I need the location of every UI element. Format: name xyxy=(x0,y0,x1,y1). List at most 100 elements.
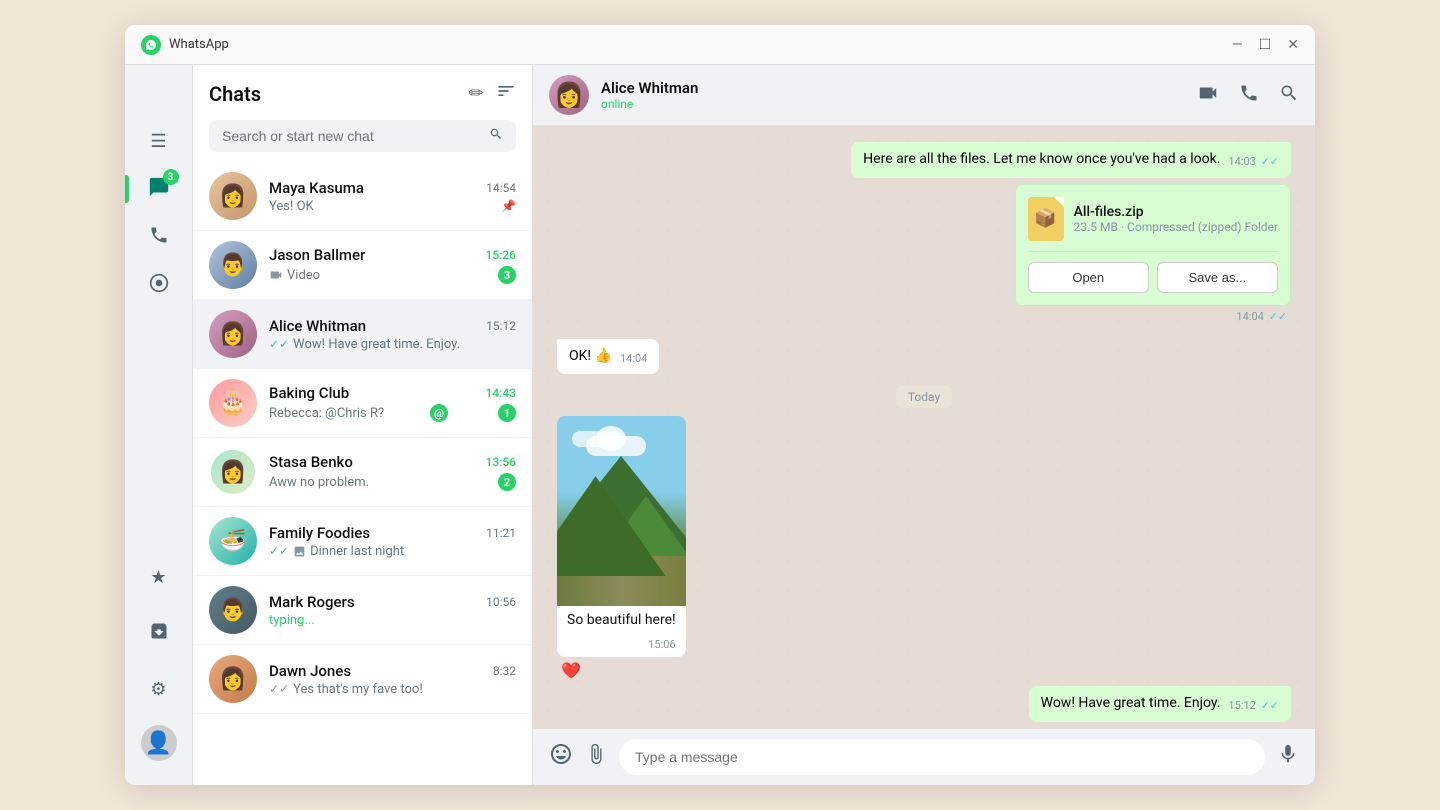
list-item[interactable]: 👩 Maya Kasuma 14:54 Yes! OK 📌 xyxy=(193,162,532,231)
sidebar-item-chats[interactable]: 3 xyxy=(139,169,179,209)
list-item[interactable]: 👩 Dawn Jones 8:32 ✓✓ Yes that's my fave … xyxy=(193,645,532,714)
menu-icon: ☰ xyxy=(150,131,166,152)
avatar: 👩 xyxy=(209,655,257,703)
pin-icon: 📌 xyxy=(501,199,516,213)
message-time: 15:12 ✓✓ xyxy=(1228,698,1279,713)
avatar: 👩 xyxy=(209,448,257,496)
chat-info: Stasa Benko 13:56 Aww no problem. 2 xyxy=(269,453,516,491)
list-item[interactable]: 🍜 Family Foodies 11:21 ✓✓ Dinner last ni… xyxy=(193,507,532,576)
chat-name: Mark Rogers xyxy=(269,593,355,611)
chat-window: 👩 Alice Whitman online xyxy=(533,65,1315,785)
chat-time: 15:12 xyxy=(486,319,516,333)
search-wrapper[interactable] xyxy=(209,120,516,152)
file-size: 23.5 MB · Compressed (zipped) Folder xyxy=(1074,220,1278,234)
sidebar-bottom: ★ ⚙ 👤 xyxy=(139,557,179,769)
file-icon: 📦 xyxy=(1028,197,1064,241)
chat-name: Alice Whitman xyxy=(269,317,366,335)
open-file-button[interactable]: Open xyxy=(1028,262,1149,293)
mention-badge: @ xyxy=(430,404,448,422)
archive-button[interactable] xyxy=(139,613,179,653)
image-bubble: So beautiful here! 15:06 xyxy=(557,416,686,657)
chat-name: Dawn Jones xyxy=(269,662,351,680)
sidebar-item-calls[interactable] xyxy=(139,217,179,257)
message-text: Wow! Have great time. Enjoy. xyxy=(1041,695,1221,711)
chat-name: Baking Club xyxy=(269,384,349,402)
app-title: WhatsApp xyxy=(169,37,1232,52)
new-chat-button[interactable]: ✏ xyxy=(469,83,484,104)
avatar: 🍜 xyxy=(209,517,257,565)
filter-button[interactable] xyxy=(496,81,516,106)
chat-info: Baking Club 14:43 Rebecca: @Chris R? @ 1 xyxy=(269,384,516,422)
settings-button[interactable]: ⚙ xyxy=(139,669,179,709)
app-window: WhatsApp — ☐ ✕ ☰ 3 ★ xyxy=(125,25,1315,785)
chat-items: 👩 Maya Kasuma 14:54 Yes! OK 📌 👨 xyxy=(193,162,532,785)
sidebar: ☰ 3 ★ xyxy=(125,65,193,785)
chat-preview: ✓✓ Yes that's my fave too! xyxy=(269,682,423,697)
chat-list-header: Chats ✏ xyxy=(193,65,532,114)
chat-name: Jason Ballmer xyxy=(269,246,365,264)
message-input[interactable] xyxy=(619,739,1265,775)
microphone-button[interactable] xyxy=(1277,743,1299,771)
emoji-button[interactable] xyxy=(549,742,573,772)
bubble: OK! 👍 14:04 xyxy=(557,339,659,375)
image-caption: So beautiful here! xyxy=(557,606,686,632)
tick-icon: ✓✓ xyxy=(1269,310,1287,323)
chat-name: Stasa Benko xyxy=(269,453,353,471)
file-info: 📦 All-files.zip 23.5 MB · Compressed (zi… xyxy=(1028,197,1278,241)
profile-avatar[interactable]: 👤 xyxy=(141,725,177,761)
voice-call-button[interactable] xyxy=(1239,83,1259,108)
search-icon xyxy=(489,127,503,145)
starred-button[interactable]: ★ xyxy=(139,557,179,597)
sidebar-item-status[interactable] xyxy=(139,265,179,305)
avatar: 👨 xyxy=(209,241,257,289)
video-call-button[interactable] xyxy=(1197,82,1219,109)
bubble: Wow! Have great time. Enjoy. 15:12 ✓✓ xyxy=(1029,686,1291,722)
chat-time: 13:56 xyxy=(486,455,516,469)
maximize-button[interactable]: ☐ xyxy=(1259,37,1272,53)
double-tick-icon: ✓✓ xyxy=(269,337,289,351)
search-chat-button[interactable] xyxy=(1279,83,1299,108)
message-text: OK! 👍 xyxy=(569,348,612,364)
chat-preview: Aww no problem. xyxy=(269,475,369,490)
minimize-button[interactable]: — xyxy=(1232,37,1243,53)
message-bubble: Wow! Have great time. Enjoy. 15:12 ✓✓ xyxy=(557,686,1291,722)
search-input[interactable] xyxy=(222,128,489,144)
list-item[interactable]: 👨 Mark Rogers 10:56 typing... xyxy=(193,576,532,645)
chat-info: Jason Ballmer 15:26 Video 3 xyxy=(269,246,516,284)
close-button[interactable]: ✕ xyxy=(1287,37,1299,53)
status-icon xyxy=(149,273,169,298)
chat-preview: Rebecca: @Chris R? xyxy=(269,406,384,421)
chat-info: Maya Kasuma 14:54 Yes! OK 📌 xyxy=(269,179,516,214)
contact-status: online xyxy=(601,97,1197,111)
chat-info: Mark Rogers 10:56 typing... xyxy=(269,593,516,628)
chat-list-panel: Chats ✏ 👩 xyxy=(193,65,533,785)
list-item[interactable]: 👩 Alice Whitman 15:12 ✓✓ Wow! Have great… xyxy=(193,300,532,369)
chat-info: Dawn Jones 8:32 ✓✓ Yes that's my fave to… xyxy=(269,662,516,697)
mountain-image xyxy=(557,416,686,606)
contact-info: Alice Whitman online xyxy=(601,79,1197,111)
file-actions: Open Save as... xyxy=(1028,251,1278,293)
message-input-area xyxy=(533,729,1315,785)
contact-avatar[interactable]: 👩 xyxy=(549,75,589,115)
star-icon: ★ xyxy=(150,567,166,588)
search-bar xyxy=(193,114,532,162)
chat-header: 👩 Alice Whitman online xyxy=(533,65,1315,126)
list-item[interactable]: 🎂 Baking Club 14:43 Rebecca: @Chris R? @… xyxy=(193,369,532,438)
message-bubble: So beautiful here! 15:06 ❤️ xyxy=(557,416,1291,680)
chat-time: 14:54 xyxy=(486,181,516,195)
tick-icon: ✓✓ xyxy=(1261,155,1279,168)
bubble: Here are all the files. Let me know once… xyxy=(851,142,1291,178)
list-item[interactable]: 👨 Jason Ballmer 15:26 Video 3 xyxy=(193,231,532,300)
attach-button[interactable] xyxy=(585,743,607,771)
save-file-button[interactable]: Save as... xyxy=(1157,262,1278,293)
list-item[interactable]: 👩 Stasa Benko 13:56 Aww no problem. 2 xyxy=(193,438,532,507)
message-bubble: Here are all the files. Let me know once… xyxy=(557,142,1291,178)
message-time: 14:04 xyxy=(620,351,647,366)
avatar: 👩 xyxy=(209,310,257,358)
chat-time: 10:56 xyxy=(486,595,516,609)
chat-actions xyxy=(1197,82,1299,109)
file-bubble: 📦 All-files.zip 23.5 MB · Compressed (zi… xyxy=(1015,184,1291,306)
sidebar-item-menu[interactable]: ☰ xyxy=(139,121,179,161)
chat-preview: ✓✓ Wow! Have great time. Enjoy. xyxy=(269,337,460,352)
message-time: 14:03 ✓✓ xyxy=(1228,154,1279,169)
